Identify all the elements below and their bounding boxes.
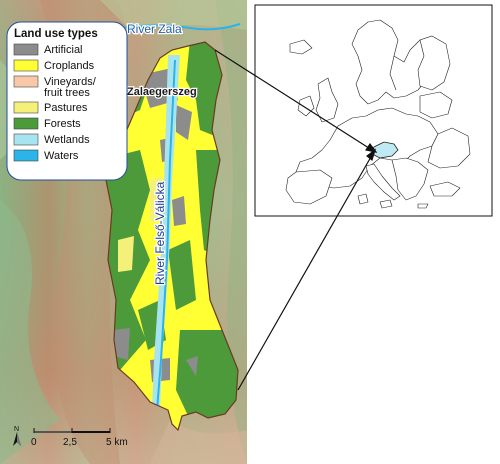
- map-figure: River Zala Zalaegerszeg River Felső-Váli…: [0, 0, 493, 464]
- legend-swatch: [13, 59, 39, 72]
- scale-tick-2: 5 km: [106, 437, 128, 448]
- legend-label: Waters: [44, 150, 79, 162]
- legend-label: Artificial: [44, 44, 83, 56]
- legend-label-line2: fruit trees: [44, 87, 90, 99]
- legend-item: Artificial: [13, 43, 83, 56]
- legend-title: Land use types: [14, 28, 98, 40]
- legend-item: Pastures: [13, 101, 88, 114]
- legend-swatch: [13, 43, 39, 56]
- legend-label: Pastures: [44, 102, 88, 114]
- legend-swatch: [13, 117, 39, 130]
- river-zala-label: River Zala: [127, 22, 182, 36]
- legend-swatch: [13, 149, 39, 162]
- legend-item: Waters: [13, 149, 79, 162]
- legend: Land use types ArtificialCroplandsVineya…: [6, 21, 128, 181]
- legend-item: Wetlands: [13, 133, 90, 146]
- legend-item: Forests: [13, 117, 81, 130]
- scale-tick-1: 2,5: [63, 437, 77, 448]
- legend-label: Croplands: [44, 60, 95, 72]
- legend-swatch: [13, 101, 39, 114]
- europe-inset: [254, 4, 493, 217]
- river-main-label: River Felső-Válicka: [153, 181, 167, 285]
- legend-label: Wetlands: [44, 134, 90, 146]
- scale-tick-0: 0: [31, 437, 37, 448]
- city-label: Zalaegerszeg: [127, 86, 197, 98]
- legend-swatch: [13, 75, 39, 88]
- north-label: N: [14, 426, 19, 433]
- legend-swatch: [13, 133, 39, 146]
- legend-item: Croplands: [13, 59, 95, 72]
- legend-label: Forests: [44, 118, 81, 130]
